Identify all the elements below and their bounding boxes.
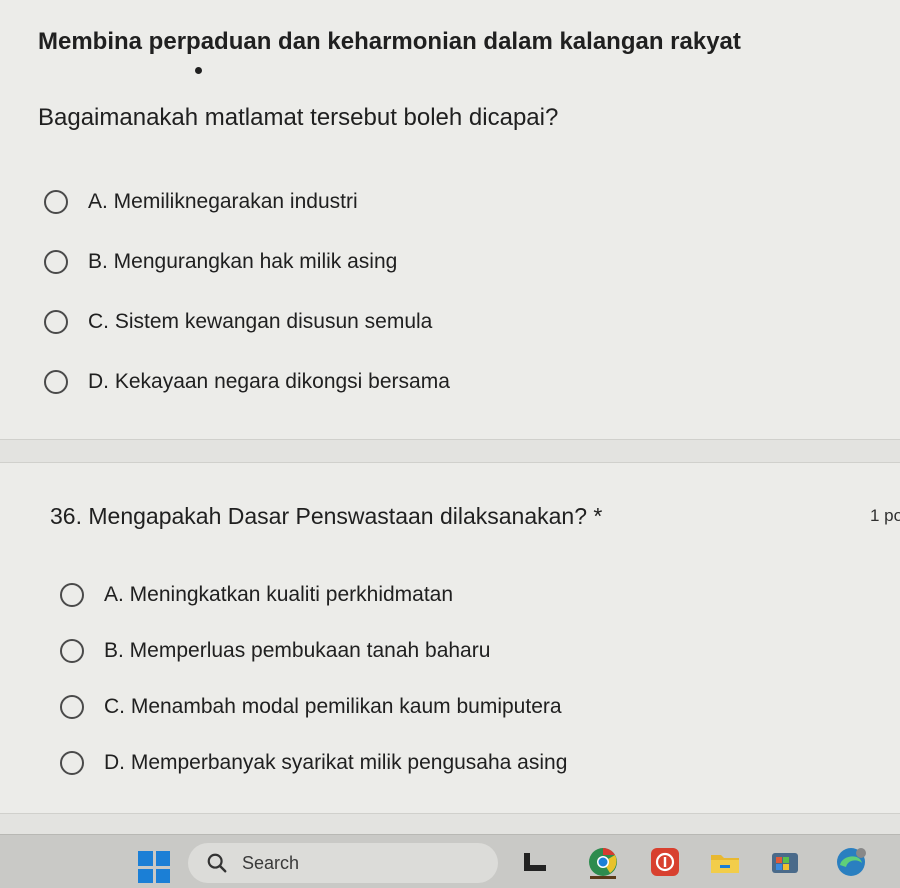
taskbar: Search [0, 834, 900, 888]
options-list: A. Meningkatkan kualiti perkhidmatan B. … [60, 567, 567, 791]
option-d[interactable]: D. Kekayaan negara dikongsi bersama [44, 352, 450, 412]
option-b[interactable]: B. Memperluas pembukaan tanah baharu [60, 623, 567, 679]
radio-button[interactable] [60, 751, 84, 775]
option-label: A. Meningkatkan kualiti perkhidmatan [104, 583, 454, 606]
app-icon[interactable] [648, 845, 682, 879]
radio-button[interactable] [44, 370, 68, 394]
start-tile [138, 851, 153, 866]
question-text: Bagaimanakah matlamat tersebut boleh dic… [38, 104, 559, 131]
option-c[interactable]: C. Sistem kewangan disusun semula [44, 292, 450, 352]
option-d[interactable]: D. Memperbanyak syarikat milik pengusaha… [60, 735, 567, 791]
search-label: Search [242, 852, 300, 873]
option-a[interactable]: A. Memiliknegarakan industri [44, 172, 450, 232]
option-label: D. Memperbanyak syarikat milik pengusaha… [104, 751, 568, 774]
radio-button[interactable] [60, 695, 84, 719]
edge-icon[interactable] [834, 845, 868, 879]
task-view-icon[interactable] [518, 845, 552, 879]
bullet-dot [195, 67, 202, 74]
question-card-previous: Membina perpaduan dan keharmonian dalam … [0, 0, 900, 440]
start-tile [138, 868, 153, 883]
option-label: A. Memiliknegarakan industri [88, 190, 358, 213]
radio-button[interactable] [60, 583, 84, 607]
store-icon[interactable] [768, 845, 802, 879]
question-card-36: 36. Mengapakah Dasar Penswastaan dilaksa… [0, 462, 900, 814]
option-label: B. Mengurangkan hak milik asing [88, 250, 398, 273]
google-form-page: Membina perpaduan dan keharmonian dalam … [0, 0, 900, 888]
option-b[interactable]: B. Mengurangkan hak milik asing [44, 232, 450, 292]
option-label: C. Menambah modal pemilikan kaum bumiput… [104, 695, 562, 718]
radio-button[interactable] [44, 190, 68, 214]
option-label: B. Memperluas pembukaan tanah baharu [104, 639, 491, 662]
chrome-icon[interactable] [586, 845, 620, 879]
start-tile [155, 868, 170, 883]
radio-button[interactable] [44, 310, 68, 334]
windows-start-icon[interactable] [138, 851, 170, 883]
options-list: A. Memiliknegarakan industri B. Menguran… [44, 172, 450, 412]
radio-button[interactable] [44, 250, 68, 274]
option-label: D. Kekayaan negara dikongsi bersama [88, 370, 450, 393]
taskbar-search-box[interactable]: Search [188, 843, 498, 883]
radio-button[interactable] [60, 639, 84, 663]
option-a[interactable]: A. Meningkatkan kualiti perkhidmatan [60, 567, 567, 623]
question-title: 36. Mengapakah Dasar Penswastaan dilaksa… [50, 503, 603, 529]
start-tile [155, 851, 170, 866]
file-explorer-icon[interactable] [708, 845, 742, 879]
option-c[interactable]: C. Menambah modal pemilikan kaum bumiput… [60, 679, 567, 735]
option-label: C. Sistem kewangan disusun semula [88, 310, 433, 333]
search-icon [207, 853, 227, 873]
context-heading: Membina perpaduan dan keharmonian dalam … [38, 28, 741, 55]
points-label: 1 poi [870, 506, 900, 525]
